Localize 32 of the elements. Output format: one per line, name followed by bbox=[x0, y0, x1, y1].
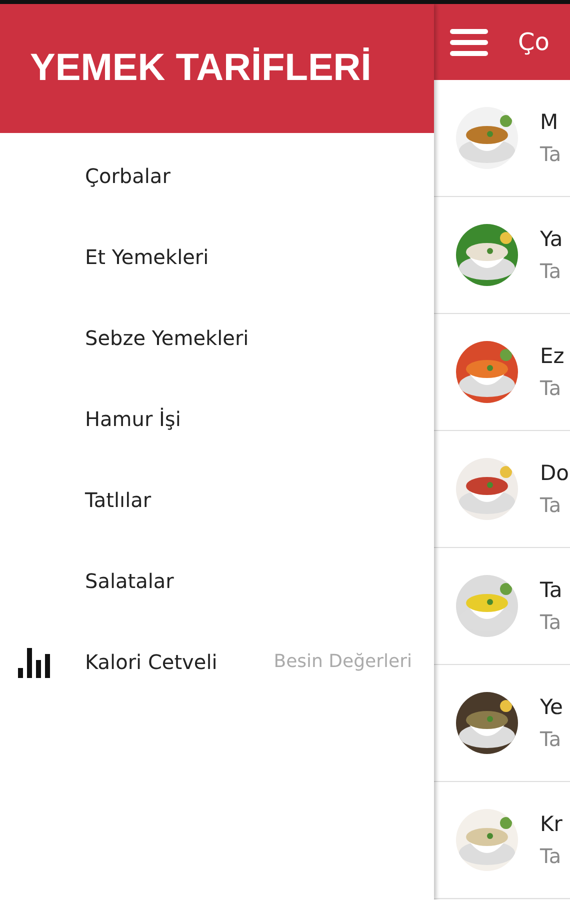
drawer-item-note: Besin Değerleri bbox=[274, 651, 412, 672]
recipe-title: Ya bbox=[540, 227, 563, 251]
recipe-title: M bbox=[540, 110, 560, 134]
recipe-subtitle: Ta bbox=[540, 376, 562, 400]
drawer-item[interactable]: Çorbalar bbox=[85, 164, 434, 188]
drawer-item[interactable]: Tatlılar bbox=[85, 488, 434, 512]
recipe-title: Ta bbox=[540, 578, 562, 602]
recipe-row[interactable]: Kr Ta bbox=[434, 782, 570, 899]
recipe-title: Kr bbox=[540, 812, 562, 836]
recipe-title: Ez bbox=[540, 344, 564, 368]
drawer-title: YEMEK TARİFLERİ bbox=[30, 47, 372, 90]
drawer-item[interactable]: Et Yemekleri bbox=[85, 244, 434, 268]
recipe-row[interactable]: Ta Ta bbox=[434, 548, 570, 665]
drawer-item[interactable]: Sebze Yemekleri bbox=[85, 326, 434, 350]
recipe-subtitle: Ta bbox=[540, 259, 562, 283]
recipe-title: Ye bbox=[540, 695, 563, 719]
recipe-row[interactable]: Do Ta bbox=[434, 431, 570, 548]
recipe-subtitle: Ta bbox=[540, 610, 562, 634]
recipe-subtitle: Ta bbox=[540, 727, 562, 751]
recipe-row[interactable]: Ez Ta bbox=[434, 314, 570, 431]
recipe-subtitle: Ta bbox=[540, 844, 562, 868]
recipe-subtitle: Ta bbox=[540, 142, 562, 166]
recipe-subtitle: Ta bbox=[540, 493, 562, 517]
recipe-row[interactable]: Ya Ta bbox=[434, 197, 570, 314]
recipe-row[interactable]: Ye Ta bbox=[434, 665, 570, 782]
recipe-row[interactable]: M Ta bbox=[434, 80, 570, 197]
drawer-item[interactable]: Salatalar bbox=[85, 568, 434, 592]
drawer-item[interactable]: Hamur İşi bbox=[85, 406, 434, 430]
app-bar-title: Ço bbox=[518, 28, 550, 56]
menu-icon[interactable] bbox=[450, 28, 488, 56]
drawer-item[interactable]: Kalori Cetveli bbox=[85, 650, 274, 674]
recipe-title: Do bbox=[540, 461, 570, 485]
